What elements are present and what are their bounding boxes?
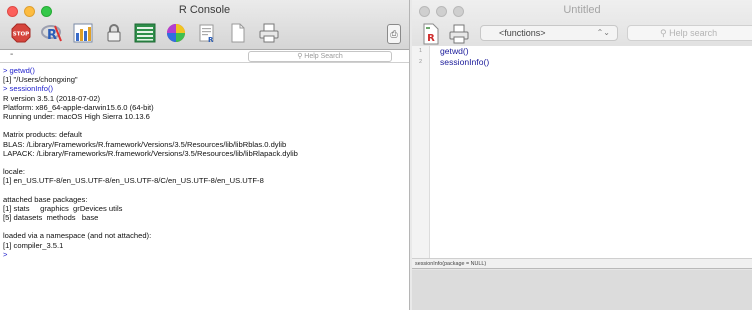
source-script-icon[interactable]: R (420, 23, 442, 45)
console-output-line: attached base packages: (3, 194, 88, 204)
editor-print-icon[interactable] (448, 23, 470, 45)
help-search-input[interactable]: ⚲ Help Search (248, 51, 392, 62)
source-doc-icon[interactable]: R (196, 22, 218, 44)
code-line[interactable]: sessionInfo() (440, 57, 752, 68)
r-logo-icon[interactable]: R (41, 22, 63, 44)
console-output-line: [1] "/Users/chongxing" (3, 75, 78, 85)
r-console-window: R Console STOP R R ⎙ - ⚲ Help Search > g… (0, 0, 410, 310)
console-output-line: locale: (3, 167, 25, 177)
color-wheel-icon[interactable] (165, 22, 187, 44)
console-output[interactable]: > getwd() [1] "/Users/chongxing" > session… (0, 63, 409, 259)
console-output-line: LAPACK: /Library/Frameworks/R.framework/… (3, 148, 298, 158)
new-doc-icon[interactable] (227, 22, 249, 44)
console-output-line: loaded via a namespace (and not attached… (3, 231, 152, 241)
svg-text:R: R (208, 36, 214, 43)
console-output-line: Platform: x86_64-apple-darwin15.6.0 (64-… (3, 102, 154, 112)
stop-icon[interactable]: STOP (10, 22, 32, 44)
console-output-line: R version 3.5.1 (2018-07-02) (3, 93, 101, 103)
console-output-line: [5] datasets methods base (3, 213, 99, 222)
console-command-line: > sessionInfo() (3, 84, 54, 94)
code-line[interactable]: getwd() (440, 46, 752, 57)
console-status-bar: - ⚲ Help Search (0, 49, 409, 63)
lock-icon[interactable] (103, 22, 125, 44)
svg-text:STOP: STOP (13, 32, 29, 38)
editor-window: Untitled R <functions> ⌃⌄ ⚲ Help search … (412, 0, 752, 310)
status-dash: - (10, 49, 14, 60)
chart-icon[interactable] (72, 22, 94, 44)
table-icon[interactable] (134, 22, 156, 44)
editor-toolbar: R (420, 23, 470, 45)
console-toolbar: STOP R R (10, 22, 280, 44)
line-number-gutter: 1 2 (412, 46, 430, 258)
page-toggle-button[interactable]: ⎙ (387, 24, 401, 44)
console-output-line: [1] stats graphics grDevices utils (3, 203, 123, 213)
editor-help-search-input[interactable]: ⚲ Help search (627, 25, 752, 41)
console-output-line: BLAS: /Library/Frameworks/R.framework/Ve… (3, 139, 287, 149)
functions-label: <functions> (499, 28, 546, 38)
editor-search-placeholder: Help search (669, 28, 718, 38)
editor-title: Untitled (563, 4, 601, 16)
line-number: 1 (418, 48, 423, 54)
console-title: R Console (178, 4, 231, 16)
search-icon: ⚲ (660, 28, 670, 38)
print-icon[interactable] (258, 22, 280, 44)
code-editor[interactable]: getwd() sessionInfo() (430, 46, 752, 258)
functions-dropdown[interactable]: <functions> ⌃⌄ (480, 25, 618, 41)
line-number: 2 (418, 59, 423, 65)
console-command-line: > (3, 249, 8, 259)
help-search-placeholder: Help Search (304, 53, 343, 60)
svg-text:R: R (427, 33, 435, 44)
console-output-line: [1] compiler_3.5.1 (3, 240, 64, 250)
console-output-line: [1] en_US.UTF-8/en_US.UTF-8/en_US.UTF-8/… (3, 176, 264, 186)
editor-status-bar: sessionInfo(package = NULL) (412, 258, 752, 269)
console-command-line: > getwd() (3, 66, 35, 75)
console-titlebar: R Console STOP R R ⎙ (0, 0, 409, 50)
search-icon: ⚲ (297, 53, 303, 60)
svg-text:R: R (47, 28, 57, 43)
console-output-line: Running under: macOS High Sierra 10.13.6 (3, 111, 150, 121)
editor-titlebar: Untitled R <functions> ⌃⌄ ⚲ Help search (412, 0, 752, 52)
editor-footer (412, 270, 752, 310)
chevron-updown-icon: ⌃⌄ (596, 28, 610, 37)
console-output-line: Matrix products: default (3, 130, 82, 140)
